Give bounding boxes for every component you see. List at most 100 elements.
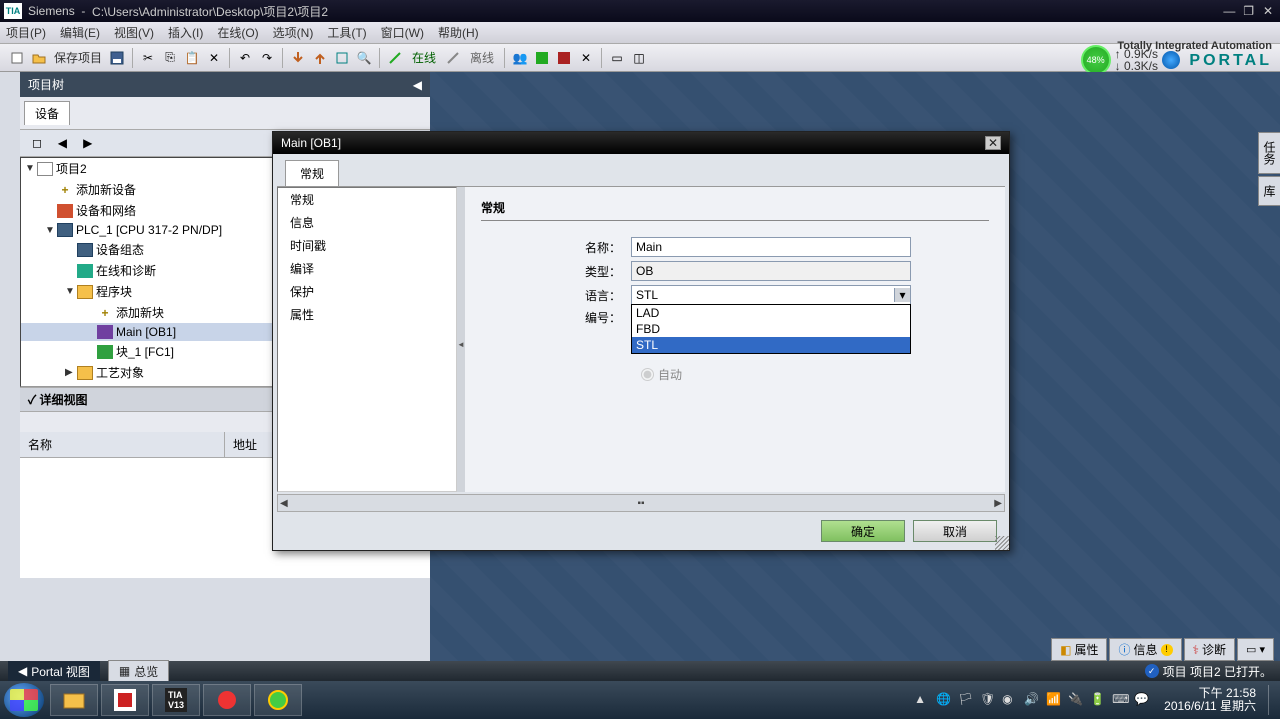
nav-timestamp[interactable]: 时间戳	[278, 234, 456, 257]
tray-flag-icon[interactable]: 🏳	[958, 692, 974, 708]
cancel-button[interactable]: 取消	[913, 520, 997, 542]
go-online-label[interactable]: 在线	[412, 49, 436, 66]
nav-info[interactable]: 信息	[278, 211, 456, 234]
task-tia[interactable]: TIAV13	[152, 684, 200, 716]
menu-project[interactable]: 项目(P)	[6, 24, 46, 41]
separator	[379, 48, 380, 68]
search-icon[interactable]: 🔍	[354, 48, 374, 68]
menu-help[interactable]: 帮助(H)	[438, 24, 479, 41]
lang-option-stl[interactable]: STL	[632, 337, 910, 353]
detail-col-name[interactable]: 名称	[20, 432, 225, 457]
maximize-button[interactable]: ❐	[1241, 4, 1257, 18]
menu-edit[interactable]: 编辑(E)	[60, 24, 100, 41]
menu-view[interactable]: 视图(V)	[114, 24, 154, 41]
collapse-tree-icon[interactable]: ◀	[413, 78, 422, 92]
resize-grip[interactable]	[995, 536, 1009, 550]
show-desktop-button[interactable]	[1268, 685, 1276, 715]
tray-safe-icon[interactable]: 🛡	[980, 692, 996, 708]
taskbar-clock[interactable]: 下午 21:58 2016/6/11 星期六	[1164, 687, 1256, 713]
tray-360-icon[interactable]: ◉	[1002, 692, 1018, 708]
tree-back-icon[interactable]: ◀	[52, 133, 72, 153]
nav-attributes[interactable]: 属性	[278, 303, 456, 326]
status-bar: ◀ Portal 视图 ▦总览 ✓ 项目 项目2 已打开。	[0, 661, 1280, 681]
scroll-thumb[interactable]: ▪▪	[637, 498, 644, 509]
redo-icon[interactable]: ↷	[257, 48, 277, 68]
dialog-titlebar[interactable]: Main [OB1] ✕	[273, 132, 1009, 154]
ok-button[interactable]: 确定	[821, 520, 905, 542]
menu-online[interactable]: 在线(O)	[217, 24, 258, 41]
separator	[132, 48, 133, 68]
tray-ime-icon[interactable]: ⌨	[1112, 692, 1128, 708]
chevron-down-icon[interactable]: ▾	[894, 288, 910, 302]
label-type: 类型：	[481, 263, 631, 280]
menu-insert[interactable]: 插入(I)	[168, 24, 203, 41]
menu-tools[interactable]: 工具(T)	[327, 24, 366, 41]
right-tab-libs[interactable]: 库	[1258, 176, 1280, 206]
scroll-right-icon[interactable]: ▶	[994, 498, 1002, 509]
tray-up-icon[interactable]: ▲	[914, 692, 930, 708]
download-icon[interactable]	[288, 48, 308, 68]
speed-percent: 48%	[1081, 45, 1111, 75]
tab-info[interactable]: ⓘ信息!	[1109, 638, 1181, 661]
language-combobox[interactable]: STL ▾	[631, 285, 911, 305]
tab-collapse[interactable]: ▭ ▾	[1237, 638, 1274, 661]
scroll-left-icon[interactable]: ◀	[280, 498, 288, 509]
task-explorer[interactable]	[50, 684, 98, 716]
go-offline-label[interactable]: 离线	[470, 49, 494, 66]
go-online-icon[interactable]	[385, 48, 405, 68]
tab-properties[interactable]: ◧属性	[1051, 638, 1107, 661]
tree-fwd-icon[interactable]: ▶	[78, 133, 98, 153]
menu-options[interactable]: 选项(N)	[273, 24, 314, 41]
split-v-icon[interactable]: ◫	[629, 48, 649, 68]
accessible-devices-icon[interactable]: 👥	[510, 48, 530, 68]
tree-nav1-icon[interactable]: ◻	[27, 133, 47, 153]
undo-icon[interactable]: ↶	[235, 48, 255, 68]
nav-compile[interactable]: 编译	[278, 257, 456, 280]
split-h-icon[interactable]: ▭	[607, 48, 627, 68]
properties-dialog: Main [OB1] ✕ 常规 常规 信息 时间戳 编译 保护 属性 常规 名称…	[272, 131, 1010, 551]
window-controls: — ❐ ✕	[1221, 4, 1276, 18]
tray-net-icon[interactable]: 📶	[1046, 692, 1062, 708]
open-icon[interactable]	[29, 48, 49, 68]
task-pdf[interactable]	[101, 684, 149, 716]
stop-cpu-icon[interactable]	[554, 48, 574, 68]
start-button[interactable]	[4, 683, 44, 717]
tray-usb-icon[interactable]: 🔌	[1068, 692, 1084, 708]
lang-option-fbd[interactable]: FBD	[632, 321, 910, 337]
tray-msg-icon[interactable]: 💬	[1134, 692, 1150, 708]
dialog-splitter[interactable]	[457, 187, 465, 492]
tray-lang-icon[interactable]: 🌐	[936, 692, 952, 708]
save-icon[interactable]	[107, 48, 127, 68]
left-side-tab[interactable]	[0, 72, 20, 661]
cut-icon[interactable]: ✂	[138, 48, 158, 68]
right-tab-tasks[interactable]: 任务	[1258, 132, 1280, 174]
minimize-button[interactable]: —	[1221, 4, 1237, 18]
tab-diagnostics[interactable]: ⚕诊断	[1184, 638, 1236, 661]
start-cpu-icon[interactable]	[532, 48, 552, 68]
nav-general[interactable]: 常规	[278, 188, 456, 211]
dialog-tab-general[interactable]: 常规	[285, 160, 339, 186]
input-name[interactable]	[631, 237, 911, 257]
dialog-close-button[interactable]: ✕	[985, 136, 1001, 150]
lang-option-lad[interactable]: LAD	[632, 305, 910, 321]
force-icon[interactable]: ✕	[576, 48, 596, 68]
close-button[interactable]: ✕	[1260, 4, 1276, 18]
portal-view-button[interactable]: ◀ Portal 视图	[8, 661, 100, 682]
compile-icon[interactable]	[332, 48, 352, 68]
tray-sound-icon[interactable]: 🔊	[1024, 692, 1040, 708]
dialog-hscroll[interactable]: ◀ ▪▪ ▶	[277, 494, 1005, 512]
copy-icon[interactable]: ⎘	[160, 48, 180, 68]
language-dropdown: LAD FBD STL	[631, 304, 911, 354]
delete-icon[interactable]: ✕	[204, 48, 224, 68]
menu-window[interactable]: 窗口(W)	[381, 24, 424, 41]
paste-icon[interactable]: 📋	[182, 48, 202, 68]
go-offline-icon[interactable]	[443, 48, 463, 68]
new-project-icon[interactable]	[7, 48, 27, 68]
overview-tab[interactable]: ▦总览	[108, 660, 169, 683]
task-app-red[interactable]	[203, 684, 251, 716]
tray-power-icon[interactable]: 🔋	[1090, 692, 1106, 708]
devices-tab[interactable]: 设备	[24, 101, 70, 125]
task-browser[interactable]	[254, 684, 302, 716]
upload-icon[interactable]	[310, 48, 330, 68]
nav-protection[interactable]: 保护	[278, 280, 456, 303]
